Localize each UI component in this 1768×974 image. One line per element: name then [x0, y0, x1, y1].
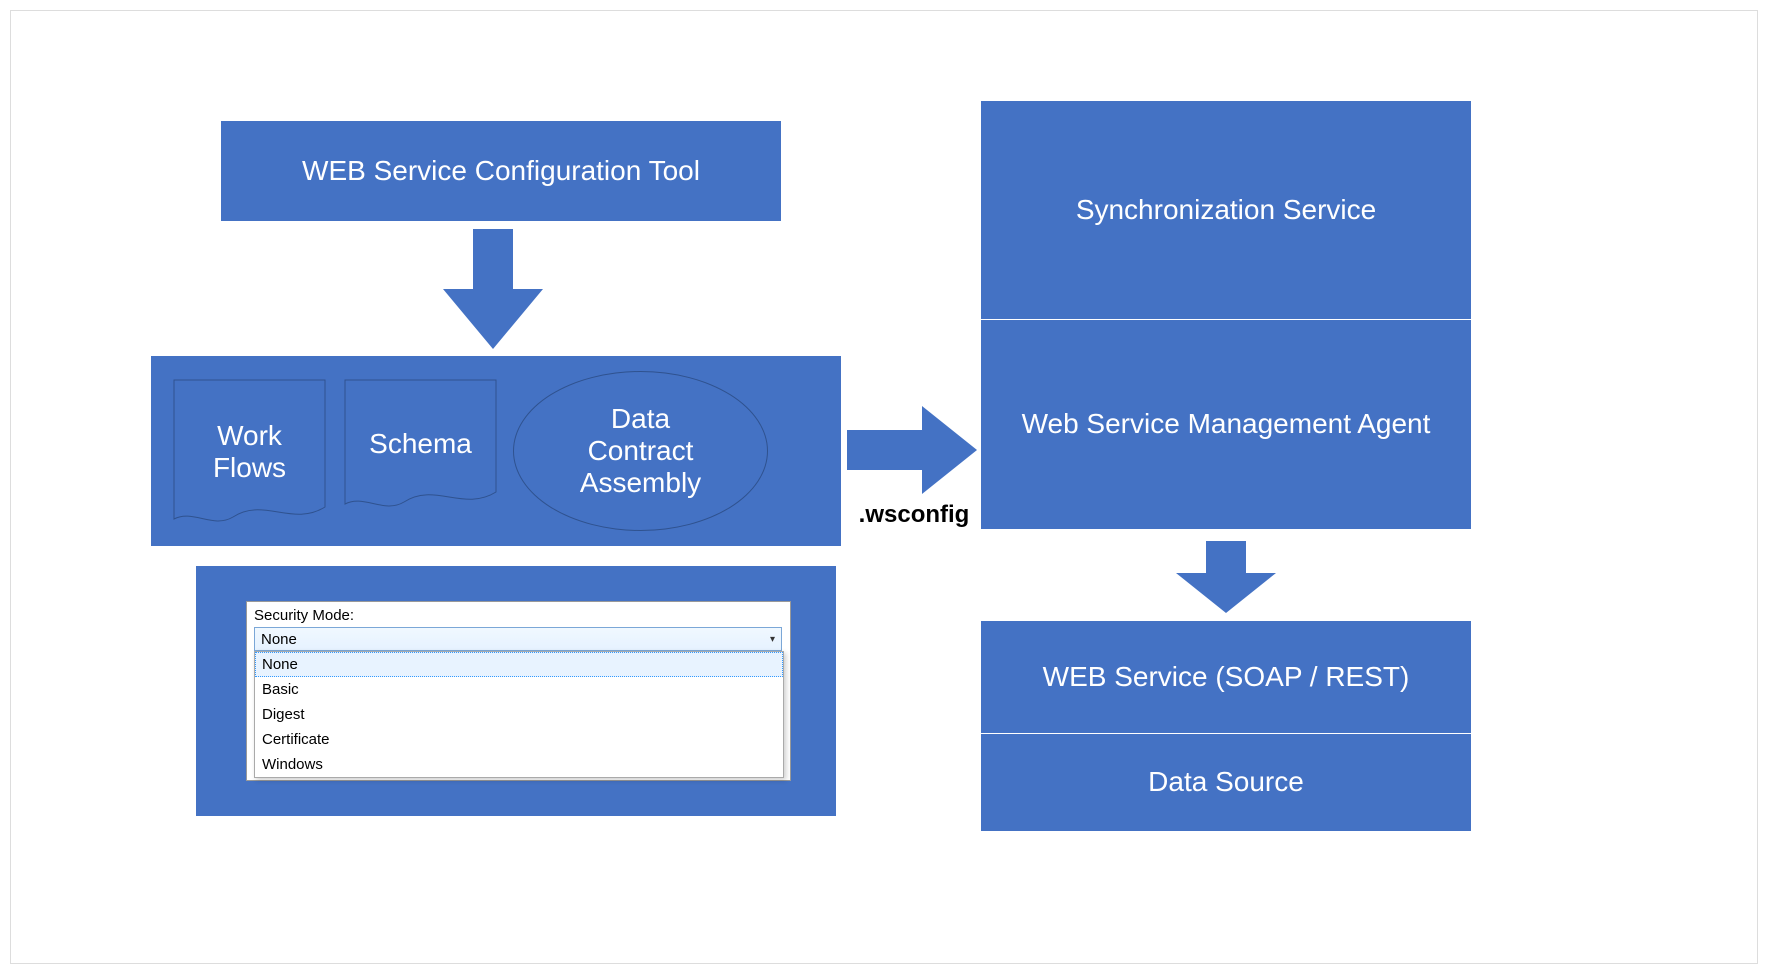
- data-contract-ellipse: Data Contract Assembly: [513, 371, 768, 531]
- dropdown-item-certificate[interactable]: Certificate: [255, 727, 783, 752]
- divider-2: [981, 733, 1471, 734]
- web-service-box: WEB Service (SOAP / REST): [981, 621, 1471, 733]
- chevron-down-icon: ▾: [770, 634, 775, 645]
- security-mode-selected: None: [261, 631, 297, 648]
- dropdown-item-none[interactable]: None: [255, 652, 783, 677]
- dropdown-item-basic[interactable]: Basic: [255, 677, 783, 702]
- management-agent-label: Web Service Management Agent: [1022, 408, 1431, 440]
- arrow-right-icon: [847, 406, 977, 494]
- data-contract-label: Data Contract Assembly: [580, 403, 701, 499]
- data-source-box: Data Source: [981, 733, 1471, 831]
- config-tool-box: WEB Service Configuration Tool: [221, 121, 781, 221]
- security-mode-label: Security Mode:: [254, 607, 354, 624]
- sync-service-box: Synchronization Service: [981, 101, 1471, 319]
- arrow-down-icon-2: [1176, 541, 1276, 613]
- dropdown-item-windows[interactable]: Windows: [255, 752, 783, 777]
- management-agent-box: Web Service Management Agent: [981, 319, 1471, 529]
- divider-1: [981, 319, 1471, 320]
- dropdown-item-digest[interactable]: Digest: [255, 702, 783, 727]
- data-source-label: Data Source: [1148, 766, 1304, 798]
- schema-doc: Schema: [344, 379, 497, 509]
- arrow-down-icon: [443, 229, 543, 349]
- schema-label: Schema: [369, 428, 472, 460]
- sync-service-label: Synchronization Service: [1076, 194, 1376, 226]
- workflows-doc: Work Flows: [173, 379, 326, 524]
- diagram-canvas: WEB Service Configuration Tool Work Flow…: [10, 10, 1758, 964]
- web-service-label: WEB Service (SOAP / REST): [1043, 661, 1410, 693]
- workflows-label: Work Flows: [213, 420, 286, 484]
- security-mode-combobox[interactable]: None ▾: [254, 627, 782, 651]
- wsconfig-label: .wsconfig: [849, 501, 979, 529]
- security-mode-dropdown[interactable]: None Basic Digest Certificate Windows: [254, 651, 784, 778]
- config-tool-label: WEB Service Configuration Tool: [302, 155, 700, 187]
